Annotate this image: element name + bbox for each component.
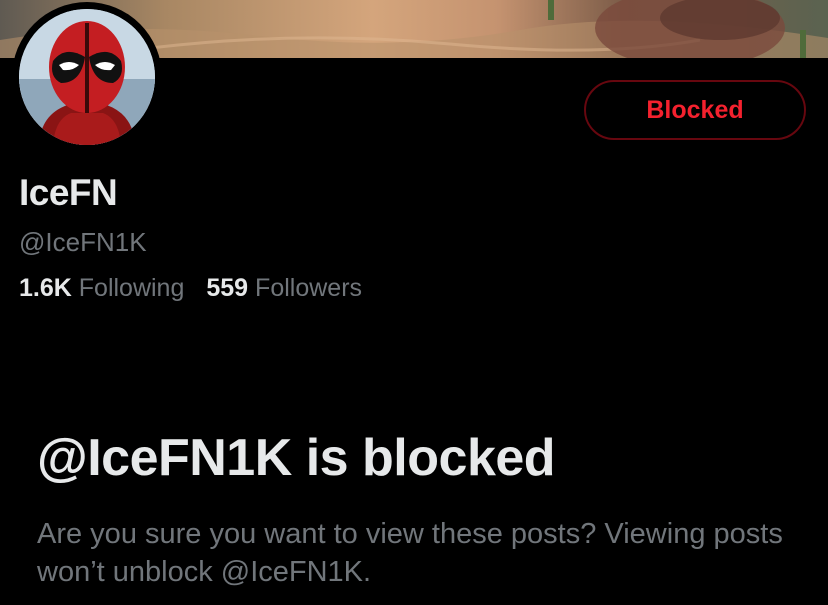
following-label: Following	[78, 274, 185, 302]
blocked-button[interactable]: Blocked	[584, 80, 806, 140]
deadpool-avatar-icon	[19, 9, 155, 145]
profile-handle: @IceFN1K	[19, 227, 147, 257]
avatar-frame[interactable]	[12, 2, 162, 152]
followers-label: Followers	[255, 274, 363, 302]
following-count: 1.6K	[19, 274, 72, 302]
profile-stats: 1.6K Following 559 Followers	[19, 274, 362, 303]
blocked-notice-title: @IceFN1K is blocked	[37, 429, 556, 487]
following-link[interactable]: 1.6K Following	[19, 274, 184, 303]
profile-display-name: IceFN	[19, 172, 118, 213]
followers-link[interactable]: 559 Followers	[206, 274, 362, 303]
followers-count: 559	[206, 274, 249, 302]
blocked-notice-description: Are you sure you want to view these post…	[37, 518, 783, 588]
